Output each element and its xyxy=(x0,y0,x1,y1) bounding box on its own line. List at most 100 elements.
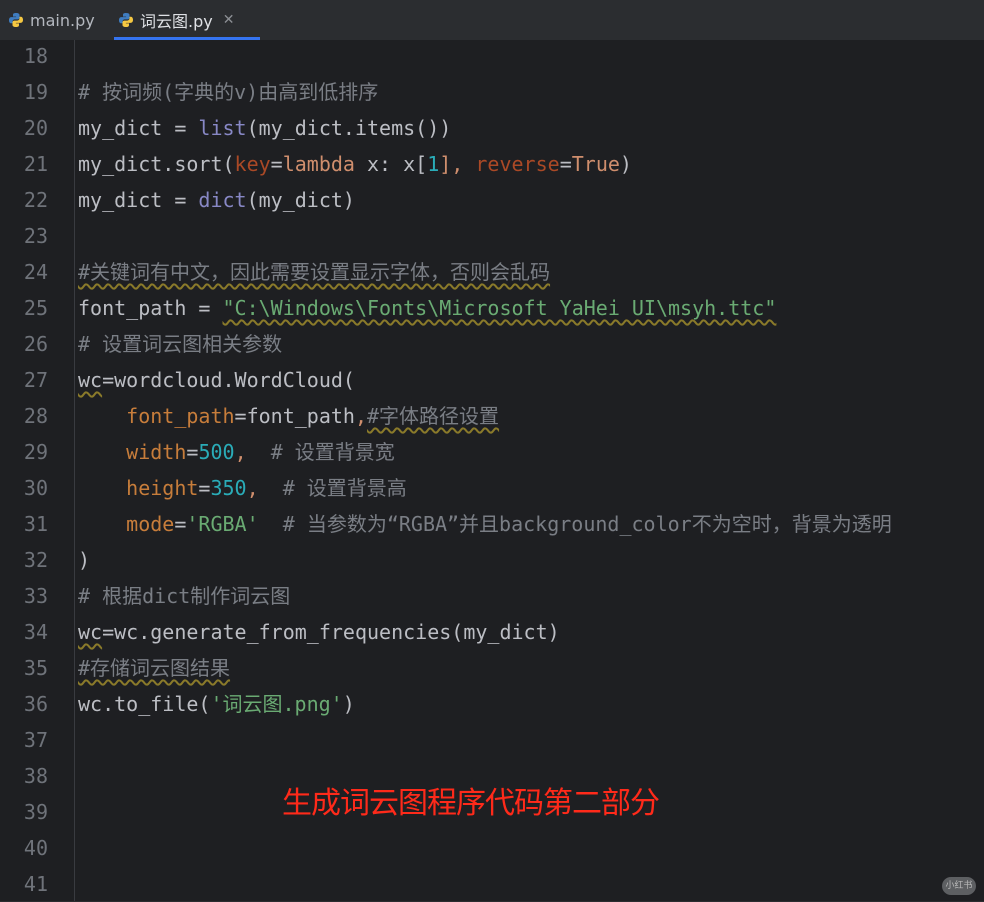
number-token: 500 xyxy=(198,440,235,464)
line-number: 20 xyxy=(23,116,48,140)
line-number: 39 xyxy=(23,800,48,824)
keyword-token: True xyxy=(571,152,620,176)
tab-wordcloud-py-label: 词云图.py xyxy=(140,12,213,31)
code-token: wc xyxy=(78,620,103,644)
code-token: wc.to_file( xyxy=(78,692,211,716)
string-token: 'RGBA' xyxy=(186,512,259,536)
code-line: height=350, # 设置背景高 xyxy=(78,470,407,506)
code-line: # 设置词云图相关参数 xyxy=(78,326,282,362)
code-token: , xyxy=(246,476,283,500)
line-number: 30 xyxy=(23,476,48,500)
builtin-token: list xyxy=(198,116,247,140)
code-token: wc xyxy=(78,368,103,392)
code-token: my_dict = xyxy=(78,188,199,212)
line-number: 19 xyxy=(23,80,48,104)
code-token: ) xyxy=(619,152,632,176)
code-line: my_dict = list(my_dict.items()) xyxy=(78,110,451,146)
code-token: (my_dict) xyxy=(246,188,355,212)
number-token: 350 xyxy=(210,476,247,500)
annotation-caption: 生成词云图程序代码第二部分 xyxy=(282,786,660,821)
line-number: 41 xyxy=(23,872,48,896)
close-tab-icon[interactable]: ✕ xyxy=(223,12,235,28)
line-number: 37 xyxy=(23,728,48,752)
tab-main-py-label: main.py xyxy=(30,10,95,30)
line-number: 18 xyxy=(23,44,48,68)
code-line: wc.to_file('词云图.png') xyxy=(78,686,355,722)
code-line: # 根据dict制作词云图 xyxy=(78,578,290,614)
code-line: font_path=font_path,#字体路径设置 xyxy=(78,398,499,434)
param-token: mode xyxy=(126,512,175,536)
code-token: = xyxy=(559,152,572,176)
code-token: =wc.generate_from_frequencies(my_dict) xyxy=(102,620,560,644)
comment: #关键词有中文，因此需要设置显示字体，否则会乱码 xyxy=(78,260,551,284)
editor-tab-bar: main.py 词云图.py ✕ xyxy=(0,0,984,41)
code-token: , xyxy=(234,440,271,464)
code-line: width=500, # 设置背景宽 xyxy=(78,434,395,470)
line-number: 26 xyxy=(23,332,48,356)
line-number: 38 xyxy=(23,764,48,788)
ide-window: main.py 词云图.py ✕ 18 19 20 21 22 23 24 25… xyxy=(0,0,984,901)
string-token: '词云图.png' xyxy=(210,692,343,716)
keyword-token: lambda xyxy=(282,152,355,176)
comment: # 当参数为“RGBA”并且background_color不为空时，背景为透明 xyxy=(282,512,892,536)
python-file-icon xyxy=(9,13,23,27)
tab-wordcloud-py[interactable]: 词云图.py ✕ xyxy=(113,0,262,40)
comment: #字体路径设置 xyxy=(367,404,500,428)
comment: #存储词云图结果 xyxy=(78,656,231,680)
comment: # 设置背景高 xyxy=(282,476,407,500)
code-token: =font_path xyxy=(234,404,355,428)
code-line: #关键词有中文，因此需要设置显示字体，否则会乱码 xyxy=(78,254,550,290)
line-number: 35 xyxy=(23,656,48,680)
line-number: 22 xyxy=(23,188,48,212)
code-token: font_path = xyxy=(78,296,223,320)
code-line: ) xyxy=(78,542,90,578)
watermark-badge: 小红书 xyxy=(942,877,976,895)
code-token: = xyxy=(270,152,283,176)
line-number: 33 xyxy=(23,584,48,608)
comment: # 设置背景宽 xyxy=(270,440,395,464)
code-line: #存储词云图结果 xyxy=(78,650,230,686)
code-token: ], xyxy=(439,152,476,176)
code-token: x: x[ xyxy=(354,152,428,176)
number-token: 1 xyxy=(427,152,440,176)
code-token: ) xyxy=(78,548,91,572)
line-number: 23 xyxy=(23,224,48,248)
code-token: = xyxy=(186,440,199,464)
code-line: my_dict.sort(key=lambda x: x[1], reverse… xyxy=(78,146,632,182)
param-token: height xyxy=(126,476,199,500)
code-line: wc=wordcloud.WordCloud( xyxy=(78,362,355,398)
code-token: my_dict = xyxy=(78,116,199,140)
line-number: 36 xyxy=(23,692,48,716)
code-editor[interactable]: 18 19 20 21 22 23 24 25 26 27 28 29 30 3… xyxy=(0,40,984,901)
code-token: ) xyxy=(342,692,355,716)
line-number: 31 xyxy=(23,512,48,536)
line-number: 25 xyxy=(23,296,48,320)
code-line: # 按词频(字典的v)由高到低排序 xyxy=(78,74,378,110)
line-number: 28 xyxy=(23,404,48,428)
code-line: wc=wc.generate_from_frequencies(my_dict) xyxy=(78,614,560,650)
tab-main-py[interactable]: main.py xyxy=(8,0,95,40)
code-token: my_dict.sort( xyxy=(78,152,235,176)
string-token: "C:\Windows\Fonts\Microsoft YaHei UI\msy… xyxy=(222,296,777,320)
param-token: reverse xyxy=(475,152,560,176)
line-number: 21 xyxy=(23,152,48,176)
code-token: =wordcloud.WordCloud( xyxy=(102,368,355,392)
line-number: 34 xyxy=(23,620,48,644)
code-line: font_path = "C:\Windows\Fonts\Microsoft … xyxy=(78,290,776,326)
comment: # 根据dict制作词云图 xyxy=(78,584,291,608)
line-number: 32 xyxy=(23,548,48,572)
comment: # 设置词云图相关参数 xyxy=(78,332,283,356)
line-number: 27 xyxy=(23,368,48,392)
line-number: 24 xyxy=(23,260,48,284)
code-token: (my_dict.items()) xyxy=(246,116,452,140)
line-number: 29 xyxy=(23,440,48,464)
python-file-icon xyxy=(119,13,133,27)
builtin-token: dict xyxy=(198,188,247,212)
code-token: , xyxy=(354,404,368,428)
code-area[interactable]: # 按词频(字典的v)由高到低排序 my_dict = list(my_dict… xyxy=(78,40,984,901)
